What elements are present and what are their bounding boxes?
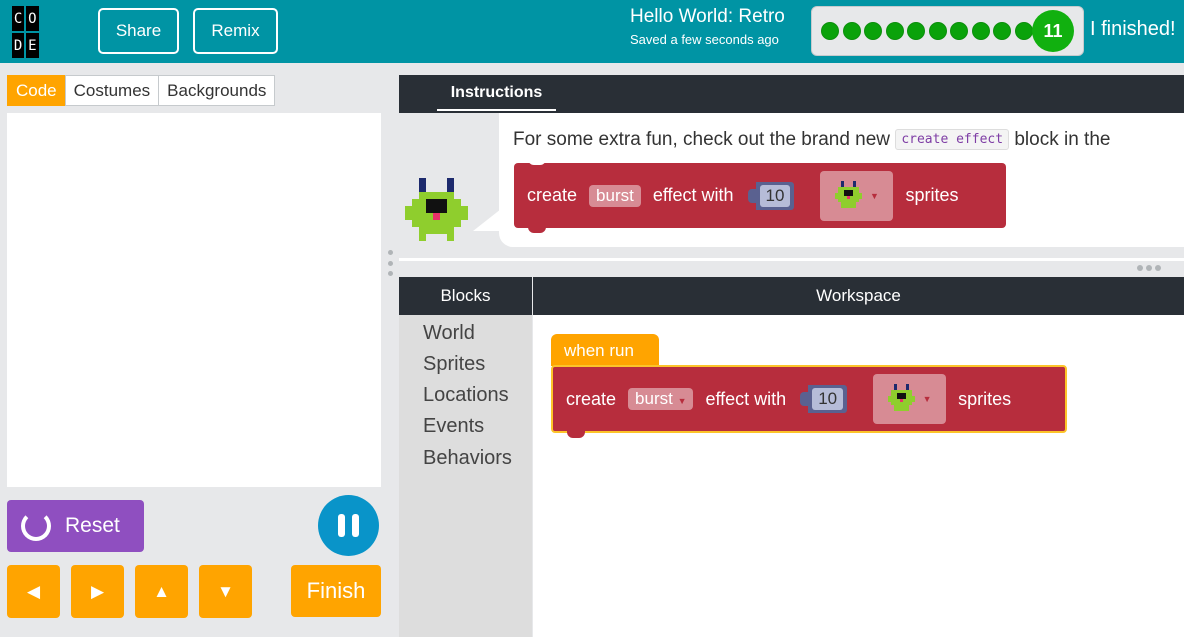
vertical-resize-handle[interactable] [387,250,393,276]
tab-code[interactable]: Code [7,75,66,106]
saved-status: Saved a few seconds ago [630,32,779,47]
logo-letter-d: D [12,33,25,58]
remix-button[interactable]: Remix [193,8,278,54]
project-title: Hello World: Retro [630,6,785,27]
left-arrow-button[interactable]: ◀ [7,565,60,618]
level-dot[interactable] [993,22,1011,40]
tab-costumes[interactable]: Costumes [64,75,160,106]
instruction-bubble: For some extra fun, check out the brand … [499,113,1184,247]
current-level-dot[interactable]: 11 [1032,10,1074,52]
effect-dropdown: burst [589,184,641,207]
level-dot[interactable] [907,22,925,40]
alien-sprite-icon [887,384,915,411]
sprite-dropdown[interactable]: ▼ [873,374,947,424]
example-create-effect-block: create burst effect with 10 ▼ sprites [514,159,1006,233]
count-input: 10 [759,184,791,207]
level-dot[interactable] [864,22,882,40]
code-org-logo[interactable]: C O D E [12,6,67,58]
chevron-down-icon: ▼ [870,190,879,201]
tab-instructions[interactable]: Instructions [437,84,556,111]
blocks-header: Blocks [399,277,532,315]
down-arrow-icon: ▼ [217,581,234,601]
level-dot[interactable] [821,22,839,40]
horizontal-resize-handle[interactable] [1137,265,1161,271]
logo-letter-o: O [26,6,39,31]
chevron-down-icon: ▼ [677,396,687,406]
finish-button[interactable]: Finish [291,565,381,617]
sprite-dropdown: ▼ [820,170,894,221]
category-behaviors[interactable]: Behaviors [423,447,512,470]
up-arrow-icon: ▲ [153,581,170,601]
category-sprites[interactable]: Sprites [423,353,485,376]
create-effect-block[interactable]: create burst ▼ effect with 10 ▼ sprites [551,365,1067,438]
category-locations[interactable]: Locations [423,384,509,407]
instruction-text: For some extra fun, check out the brand … [513,129,1111,150]
level-dot[interactable] [950,22,968,40]
reset-label: Reset [65,514,120,537]
code-tabs: Code Costumes Backgrounds [7,75,276,106]
top-header: C O D E Share Remix Hello World: Retro S… [0,0,1184,63]
level-dot[interactable] [842,22,861,40]
alien-sprite-icon [835,180,862,208]
left-panel: Code Costumes Backgrounds Reset ◀ ▶ ▲ ▼ … [0,63,389,637]
category-world[interactable]: World [423,322,475,345]
level-dot[interactable] [971,22,990,40]
blocks-toolbox: World Sprites Locations Events Behaviors [399,315,532,637]
category-events[interactable]: Events [423,415,484,438]
level-progress: 11 [811,6,1084,56]
alien-sprite-icon [405,178,468,241]
reset-button[interactable]: Reset [7,500,144,552]
up-arrow-button[interactable]: ▲ [135,565,188,618]
right-arrow-icon: ▶ [90,581,105,601]
level-dot[interactable] [885,22,904,40]
right-arrow-button[interactable]: ▶ [71,565,124,618]
tab-backgrounds[interactable]: Backgrounds [158,75,276,106]
workspace-header: Workspace [533,277,1184,315]
level-dot[interactable] [928,22,947,40]
instructions-body: For some extra fun, check out the brand … [399,113,1184,258]
count-input[interactable]: 10 [812,388,844,410]
logo-letter-c: C [12,6,25,31]
game-stage[interactable] [7,113,381,487]
effect-dropdown[interactable]: burst ▼ [628,388,694,410]
down-arrow-button[interactable]: ▼ [199,565,252,618]
chevron-down-icon: ▼ [922,394,932,404]
logo-letter-e: E [26,33,39,58]
pause-button[interactable] [318,495,379,556]
pause-icon [338,514,345,537]
reset-icon [21,511,51,541]
share-button[interactable]: Share [98,8,179,54]
i-finished-link[interactable]: I finished! [1090,18,1176,41]
when-run-block[interactable]: when run [551,334,659,366]
left-arrow-icon: ◀ [26,581,41,601]
code-chip: create effect [895,129,1010,150]
level-dot[interactable] [1014,22,1033,40]
